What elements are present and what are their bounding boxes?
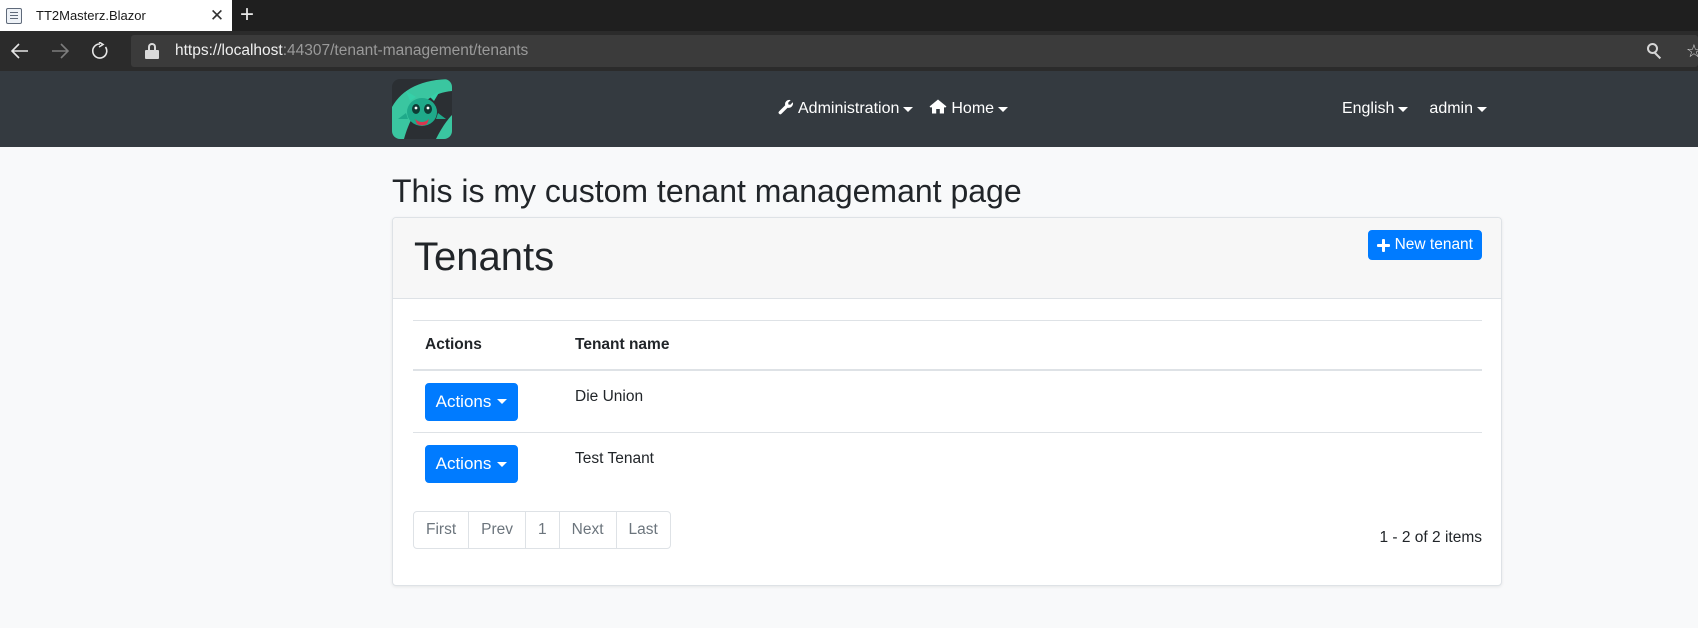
new-tenant-label: New tenant	[1394, 236, 1473, 253]
address-bar-actions: ☆	[1646, 35, 1698, 67]
chevron-down-icon	[497, 461, 508, 467]
actions-cell: Actions	[413, 433, 575, 496]
nav-administration-label: Administration	[798, 100, 900, 117]
browser-tab[interactable]: TT2Masterz.Blazor ✕	[0, 0, 232, 31]
user-dropdown[interactable]: admin	[1429, 100, 1487, 118]
back-icon[interactable]	[0, 31, 40, 71]
page-prev-button[interactable]: Prev	[469, 512, 527, 548]
column-header-actions[interactable]: Actions	[413, 320, 575, 371]
language-label: English	[1341, 100, 1395, 117]
language-dropdown[interactable]: English	[1341, 100, 1409, 118]
user-label: admin	[1429, 100, 1473, 117]
new-tenant-button[interactable]: New tenant	[1367, 230, 1482, 260]
table-row: Actions Die Union	[413, 369, 1482, 433]
chevron-down-icon	[903, 106, 914, 112]
chevron-down-icon	[497, 399, 508, 404]
tenants-card: Tenants New tenant Actions Tenant name A…	[392, 217, 1502, 586]
items-count: 1 - 2 of 2 items	[1379, 529, 1482, 546]
tab-title: TT2Masterz.Blazor	[36, 8, 146, 23]
nav-right: English admin	[1342, 71, 1487, 147]
card-title: Tenants	[414, 235, 555, 279]
main-nav: Administration Home	[778, 71, 1009, 147]
column-header-tenant-name[interactable]: Tenant name	[575, 320, 1482, 371]
url-text[interactable]: https://localhost:44307/tenant-managemen…	[175, 42, 528, 60]
nav-administration[interactable]: Administration	[778, 99, 914, 120]
app-navbar: Administration Home English admin	[0, 71, 1698, 147]
forward-icon[interactable]	[40, 31, 80, 71]
brand-logo[interactable]	[392, 79, 452, 139]
wrench-icon	[778, 99, 798, 120]
nav-home[interactable]: Home	[929, 99, 1009, 119]
chevron-down-icon	[1477, 106, 1487, 112]
browser-toolbar: https://localhost:44307/tenant-managemen…	[0, 31, 1698, 71]
plus-icon	[1376, 238, 1390, 252]
home-icon	[929, 99, 951, 119]
actions-dropdown-button[interactable]: Actions	[425, 445, 518, 483]
actions-dropdown-button[interactable]: Actions	[425, 382, 518, 421]
tab-close-icon[interactable]: ✕	[206, 6, 228, 26]
new-tab-icon[interactable]: +	[240, 2, 254, 28]
chevron-down-icon	[1398, 106, 1409, 112]
actions-label: Actions	[435, 454, 492, 473]
page-title: This is my custom tenant managemant page	[392, 173, 1022, 209]
url-scheme: https://	[175, 42, 222, 59]
page-number-button[interactable]: 1	[526, 512, 560, 548]
actions-cell: Actions	[413, 369, 575, 433]
chevron-down-icon	[998, 106, 1009, 112]
tenant-name-cell: Test Tenant	[575, 450, 654, 467]
url-host: localhost	[221, 42, 283, 59]
page-next-button[interactable]: Next	[560, 512, 617, 548]
tenant-name-cell: Die Union	[575, 369, 1482, 433]
page-favicon-icon	[6, 7, 22, 24]
actions-label: Actions	[435, 391, 492, 411]
nav-home-label: Home	[951, 100, 995, 117]
card-header: Tenants New tenant	[393, 218, 1501, 299]
key-icon[interactable]	[1646, 42, 1664, 60]
url-path: :44307/tenant-management/tenants	[282, 42, 529, 59]
tenants-table-wrap: Actions Tenant name Actions Die Union Ac…	[413, 320, 1482, 496]
page-last-button[interactable]: Last	[617, 512, 670, 548]
table-header-row: Actions Tenant name	[413, 320, 1482, 371]
address-bar[interactable]: https://localhost:44307/tenant-managemen…	[131, 35, 1698, 67]
tenants-table: Actions Tenant name Actions Die Union Ac…	[413, 320, 1482, 496]
page-first-button[interactable]: First	[414, 512, 470, 548]
star-icon[interactable]: ☆	[1686, 41, 1698, 62]
refresh-icon[interactable]	[80, 31, 120, 71]
lock-icon	[145, 43, 159, 59]
pagination: First Prev 1 Next Last	[413, 511, 671, 549]
table-row: Actions Test Tenant	[413, 433, 1482, 496]
browser-tabstrip: TT2Masterz.Blazor ✕ +	[0, 0, 1698, 31]
